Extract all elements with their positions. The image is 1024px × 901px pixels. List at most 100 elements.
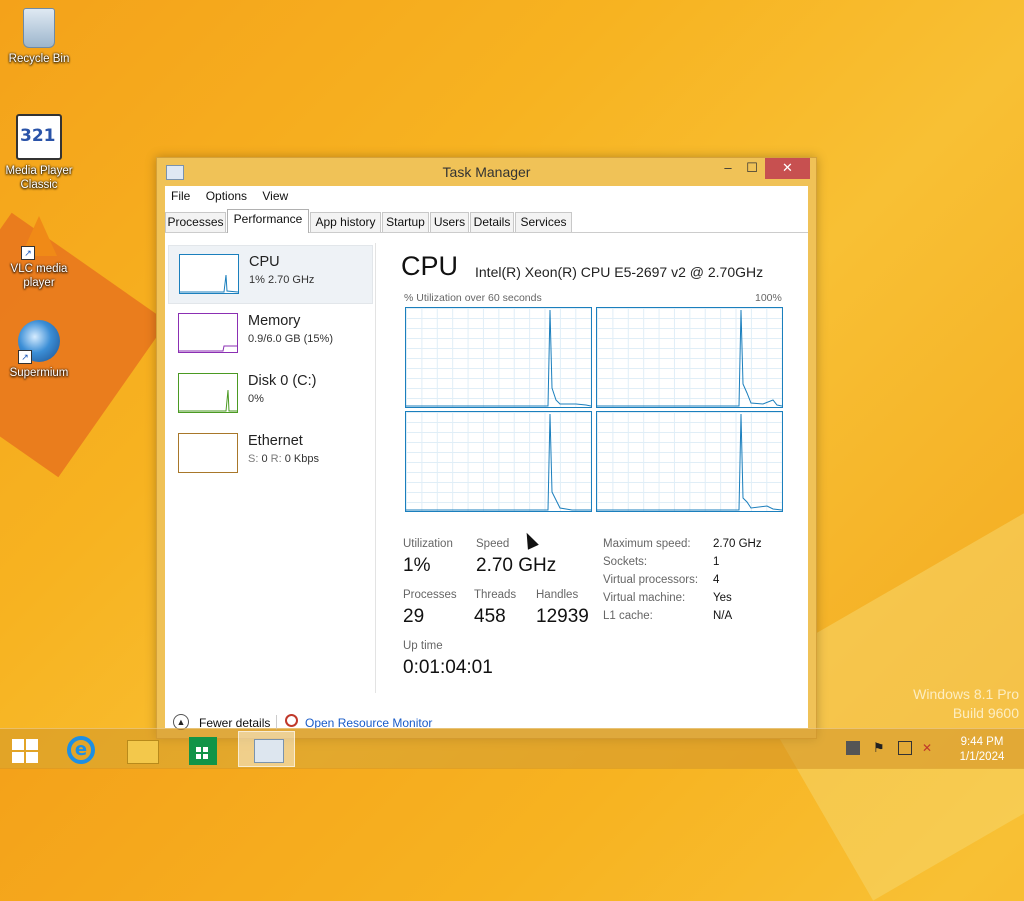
ethernet-mini-graph [178,433,238,473]
desktop-icon-vlc[interactable]: ↗ VLC media player [4,216,74,290]
max-speed-value: 2.70 GHz [713,538,762,550]
volume-muted-icon[interactable]: ✕ [922,741,936,755]
utilization-label: Utilization [403,538,453,550]
graph-max-label: 100% [755,292,782,304]
virtual-machine-label: Virtual machine: [603,592,686,604]
cpu-mini-graph [179,254,239,294]
receive-value: 0 Kbps [284,453,319,465]
watermark-line: Windows 8.1 Pro [913,686,1019,702]
menu-view[interactable]: View [256,186,294,203]
uptime-label: Up time [403,640,443,652]
tab-users[interactable]: Users [430,212,469,232]
cpu-core-graph [405,411,592,512]
clock-time: 9:44 PM [960,736,1004,748]
start-button[interactable] [0,731,50,767]
task-manager-icon [254,739,284,763]
cpu-model: Intel(R) Xeon(R) CPU E5-2697 v2 @ 2.70GH… [475,264,764,280]
shortcut-arrow-icon: ↗ [21,246,35,260]
desktop-icon-recycle-bin[interactable]: Recycle Bin [4,8,74,66]
cpu-heading: CPU [401,251,459,281]
performance-content: CPU 1% 2.70 GHz Memory 0.9/6.0 GB (15%) … [165,233,808,728]
speed-label: Speed [476,538,510,550]
internet-explorer-icon: e [67,736,95,764]
uptime-value: 0:01:04:01 [403,657,493,678]
panel-divider [375,243,376,693]
speed-value: 2.70 GHz [476,555,557,576]
desktop-icon-label: VLC media player [10,263,68,289]
maximize-button[interactable]: ☐ [739,158,765,179]
l1-cache-label: L1 cache: [603,610,653,622]
cpu-core-graph [405,307,592,408]
l1-cache-value: N/A [713,610,733,622]
menu-options[interactable]: Options [200,186,253,203]
watermark-line: Build 9600 [952,705,1019,721]
taskbar-clock[interactable]: 9:44 PM 1/1/2024 [940,735,1024,765]
menu-file[interactable]: File [165,186,196,203]
sidebar-item-memory[interactable]: Memory 0.9/6.0 GB (15%) [168,305,371,362]
sockets-value: 1 [713,556,720,568]
handles-label: Handles [536,589,579,601]
sidebar-item-value: 0% [248,393,264,405]
task-manager-window: Task Manager – ☐ ✕ File Options View Pro… [156,157,817,739]
threads-value: 458 [474,606,506,627]
tab-details[interactable]: Details [470,212,514,232]
shortcut-arrow-icon: ↗ [18,350,32,364]
tab-processes[interactable]: Processes [165,212,226,232]
tray-square-icon[interactable] [846,741,860,755]
sidebar-item-label: CPU [249,254,280,270]
threads-label: Threads [474,589,517,601]
virtual-machine-value: Yes [713,592,732,604]
max-speed-label: Maximum speed: [603,538,691,550]
sidebar-item-value: S: 0 R: 0 Kbps [248,453,319,465]
windows-watermark: Windows 8.1 Pro Build 9600 [913,685,1019,723]
windows-logo-icon [12,739,38,763]
send-value: 0 [261,453,268,465]
sidebar-item-cpu[interactable]: CPU 1% 2.70 GHz [168,245,373,304]
tab-services[interactable]: Services [515,212,572,232]
taskbar-task-manager[interactable] [238,731,295,767]
sidebar-item-value: 0.9/6.0 GB (15%) [248,333,333,345]
processes-label: Processes [403,589,457,601]
desktop-icon-supermium[interactable]: ↗ Supermium [4,320,74,380]
tab-performance[interactable]: Performance [227,209,309,233]
send-label: S: [248,453,259,465]
action-center-flag-icon[interactable]: ⚑ [873,741,887,755]
vlc-cone-icon: ↗ [21,216,57,260]
tab-app-history[interactable]: App history [310,212,381,232]
disk-mini-graph [178,373,238,413]
sidebar-item-label: Ethernet [248,433,303,449]
desktop-icon-label: Supermium [9,367,69,379]
resource-monitor-icon [285,714,298,727]
recycle-bin-icon [23,8,55,48]
network-icon[interactable] [898,741,912,755]
tab-startup[interactable]: Startup [382,212,429,232]
utilization-value: 1% [403,555,431,576]
sidebar-item-label: Memory [248,313,301,329]
memory-mini-graph [178,313,238,353]
graph-label: % Utilization over 60 seconds [404,292,542,304]
close-button[interactable]: ✕ [765,158,810,179]
sockets-label: Sockets: [603,556,648,568]
folder-icon [127,740,159,764]
minimize-button[interactable]: – [715,158,741,179]
sidebar-item-value: 1% 2.70 GHz [249,274,315,286]
handles-value: 12939 [536,606,589,627]
sidebar-item-disk[interactable]: Disk 0 (C:) 0% [168,365,371,422]
tab-bar: Processes Performance App history Startu… [165,206,808,233]
clock-date: 1/1/2024 [959,751,1005,763]
title-bar[interactable]: Task Manager – ☐ ✕ [157,158,816,186]
media-player-classic-icon [16,114,62,160]
sidebar-item-label: Disk 0 (C:) [248,373,317,389]
menu-bar: File Options View [165,186,808,206]
sidebar-item-ethernet[interactable]: Ethernet S: 0 R: 0 Kbps [168,425,371,482]
virtual-processors-value: 4 [713,574,720,586]
taskbar-store[interactable] [175,731,232,767]
taskbar-file-explorer[interactable] [112,731,169,767]
taskbar: e ⚑ ✕ 9:44 PM 1/1/2024 [0,728,1024,769]
virtual-processors-label: Virtual processors: [603,574,699,586]
cpu-core-graph [596,307,783,408]
cpu-core-graph [596,411,783,512]
taskbar-internet-explorer[interactable]: e [52,731,109,767]
store-icon [189,737,217,765]
desktop-icon-media-player-classic[interactable]: Media Player Classic [4,114,74,192]
